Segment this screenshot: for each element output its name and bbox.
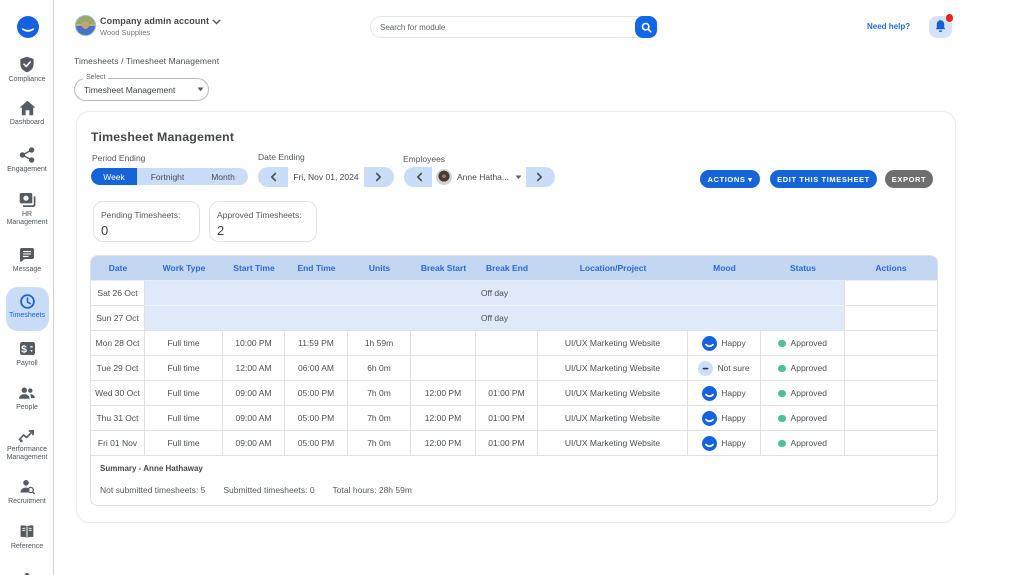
svg-text:$: $ [21,344,27,356]
